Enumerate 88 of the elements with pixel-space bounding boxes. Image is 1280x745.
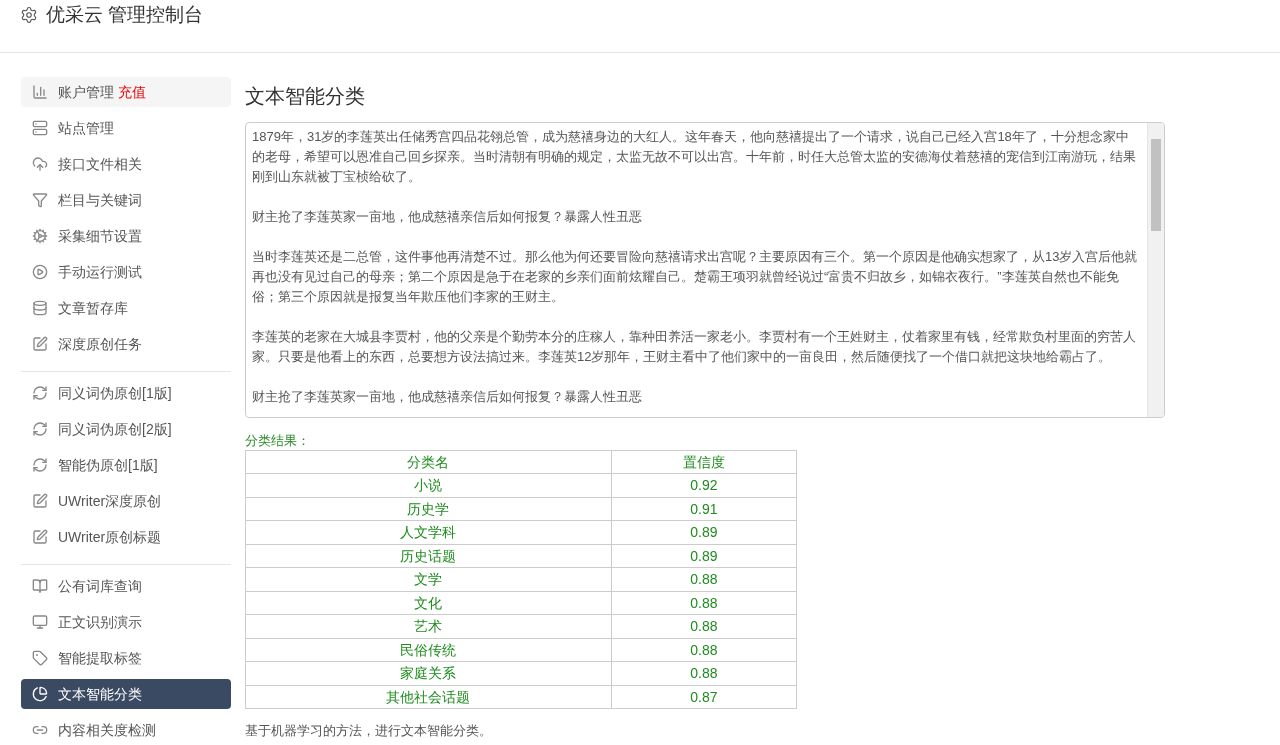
sidebar-item[interactable]: 智能提取标签 [21,643,231,673]
sidebar-item[interactable]: 文本智能分类 [21,679,231,709]
table-cell: 小说 [245,473,612,497]
app-title: 优采云 管理控制台 [46,3,204,27]
table-cell: 0.88 [611,638,797,662]
sidebar-label: 智能伪原创[1版] [58,455,158,475]
table-cell: 0.89 [611,520,797,544]
table-cell: 0.88 [611,661,797,685]
text-paragraph: 财主抢了李莲英家一亩地，他成慈禧亲信后如何报复？暴露人性丑恶 [252,388,643,406]
table-cell: 家庭关系 [245,661,612,685]
sidebar-item[interactable]: 正文识别演示 [21,607,231,637]
refresh-icon [32,421,48,437]
sidebar-item[interactable]: 接口文件相关 [21,149,231,179]
edit-icon [32,529,48,545]
table-cell: 0.91 [611,497,797,521]
refresh-icon [32,385,48,401]
column-header: 置信度 [611,450,797,474]
table-cell: 艺术 [245,614,612,638]
table-cell: 历史话题 [245,544,612,568]
bar-chart-icon [32,84,48,100]
settings-icon [20,6,38,24]
text-area[interactable] [245,122,1165,418]
sidebar-item[interactable]: 智能伪原创[1版] [21,450,231,480]
sidebar-label: 公有词库查询 [58,576,142,596]
table-cell: 人文学科 [245,520,612,544]
refresh-icon [32,457,48,473]
sidebar-label: 栏目与关键词 [58,190,142,210]
sidebar-label: UWriter深度原创 [58,491,162,511]
text-paragraph: 当时李莲英还是二总管，这件事他再清楚不过。那么他为何还要冒险向慈禧请求出宫呢？主要原因有三个。第一个原因是他确实想家了，从13岁入宫后他就再也没有见过自己的母亲；第二个原因是急于在老家的乡亲们面前炫耀自己。楚霸王项羽就曾经说过“富贵不归故乡，如锦衣夜行。”李莲英自然也不能免俗；第三个原因就是报复当年欺压他们李家的王财主。 [252,248,1138,306]
description-text: 基于机器学习的方法，进行文本智能分类。 [245,722,493,740]
sidebar-label: 采集细节设置 [58,226,142,246]
sidebar-label: 文本智能分类 [58,684,142,704]
sidebar-item[interactable]: 采集细节设置 [21,221,231,251]
pie-chart-icon [32,686,48,702]
sidebar-label: 内容相关度检测 [58,720,156,740]
sidebar-item[interactable]: 深度原创任务 [21,329,231,359]
table-cell: 0.87 [611,685,797,709]
monitor-icon [32,614,48,630]
table-cell: 民俗传统 [245,638,612,662]
sidebar-item[interactable]: 公有词库查询 [21,571,231,601]
table-cell: 文化 [245,591,612,615]
table-cell: 0.89 [611,544,797,568]
sidebar-item[interactable]: 内容相关度检测 [21,715,231,745]
filter-icon [32,192,48,208]
table-cell: 0.88 [611,614,797,638]
table-cell: 0.92 [611,473,797,497]
sidebar-label: UWriter原创标题 [58,527,162,547]
tag-icon [32,650,48,666]
sidebar-label: 同义词伪原创[2版] [58,419,172,439]
sidebar-item[interactable]: 同义词伪原创[1版] [21,378,231,408]
page-title: 文本智能分类 [245,84,366,109]
sidebar-item[interactable]: 文章暂存库 [21,293,231,323]
sidebar-label: 文章暂存库 [58,298,128,318]
sidebar-item[interactable]: 同义词伪原创[2版] [21,414,231,444]
sidebar-item[interactable]: 手动运行测试 [21,257,231,287]
cloud-upload-icon [32,156,48,172]
gears-icon [32,228,48,244]
sidebar-item[interactable]: 站点管理 [21,113,231,143]
column-header: 分类名 [245,450,612,474]
sidebar-item[interactable]: 栏目与关键词 [21,185,231,215]
sidebar-label: 正文识别演示 [58,612,142,632]
text-paragraph: 1879年，31岁的李莲英出任储秀宫四品花翎总管，成为慈禧身边的大红人。这年春天，他向慈禧提出了一个请求，说自己已经入宫18年了，十分想念家中的老母，希望可以恩准自己回乡探亲。当时清朝有明确的规定，太监无故不可以出宫。十年前，时任大总管太监的安德海仗着慈禧的宠信到江南游玩，结果刚到山东就被丁宝桢给砍了。 [252,128,1137,186]
edit-icon [32,493,48,509]
sidebar-label: 手动运行测试 [58,262,142,282]
result-label: 分类结果： [245,432,311,450]
table-cell: 0.88 [611,567,797,591]
table-cell: 文学 [245,567,612,591]
server-icon [32,120,48,136]
edit-icon [32,336,48,352]
sidebar-label: 同义词伪原创[1版] [58,383,172,403]
table-cell: 其他社会话题 [245,685,612,709]
sidebar-label: 智能提取标签 [58,648,142,668]
sidebar-label: 接口文件相关 [58,154,142,174]
sidebar-item[interactable]: 账户管理 充值 [21,77,231,107]
play-icon [32,264,48,280]
scrollbar[interactable] [1147,123,1164,417]
sidebar-label: 账户管理 [58,82,114,102]
database-icon [32,300,48,316]
table-cell: 0.88 [611,591,797,615]
sidebar-item[interactable]: UWriter深度原创 [21,486,231,516]
table-cell: 历史学 [245,497,612,521]
text-paragraph: 财主抢了李莲英家一亩地，他成慈禧亲信后如何报复？暴露人性丑恶 [252,208,643,226]
sidebar-label: 深度原创任务 [58,334,142,354]
sidebar-item[interactable]: UWriter原创标题 [21,522,231,552]
recharge-link[interactable]: 充值 [118,81,146,103]
text-paragraph: 李莲英的老家在大城县李贾村，他的父亲是个勤劳本分的庄稼人，靠种田养活一家老小。李贾村有一个王姓财主，仗着家里有钱，经常欺负村里面的穷苦人家。只要是他看上的东西，总要想方设法搞过来。李莲英12岁那年，王财主看中了他们家中的一亩良田，然后随便找了一个借口就把这块地给霸占了。 [252,328,1137,366]
book-icon [32,578,48,594]
sidebar-label: 站点管理 [58,118,114,138]
